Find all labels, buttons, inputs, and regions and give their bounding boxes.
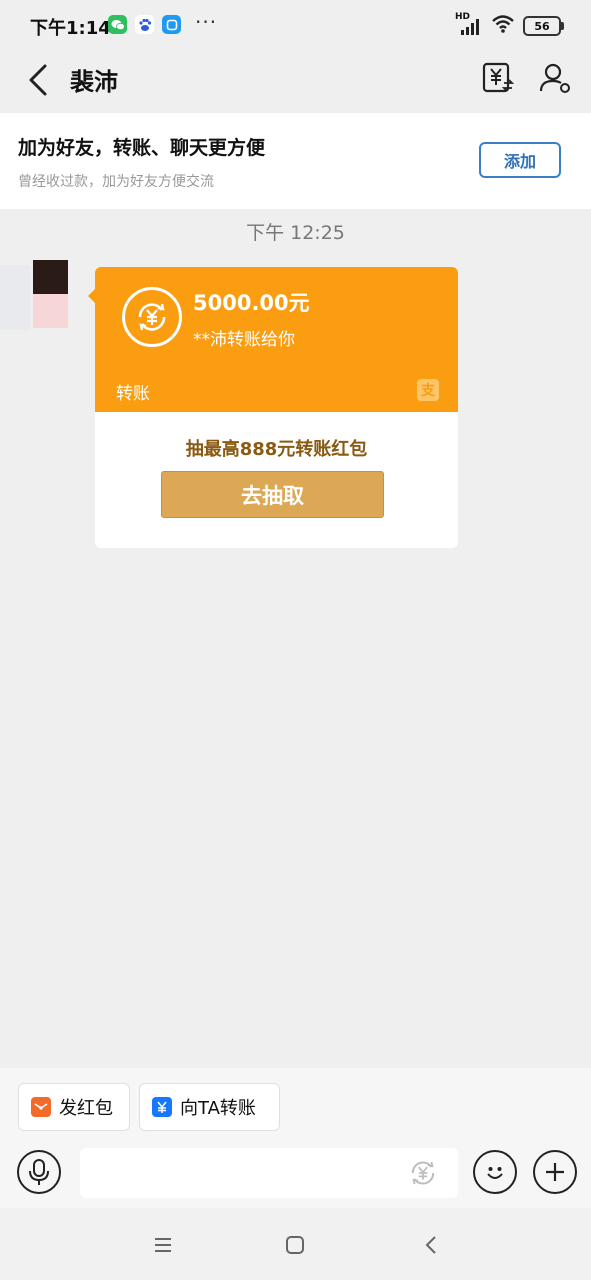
- status-bar: 下午1:14 ··· HD 56: [0, 0, 591, 50]
- nav-back-button[interactable]: [416, 1232, 446, 1258]
- transfer-type-label: 转账: [116, 384, 150, 404]
- alipay-icon: 支: [417, 379, 439, 401]
- quick-transfer-button[interactable]: [405, 1155, 441, 1191]
- banner-subtitle: 曾经收过款，加为好友方便交流: [18, 174, 214, 190]
- nav-home-button[interactable]: [280, 1232, 310, 1258]
- yen-exchange-icon: [482, 62, 515, 93]
- transfer-coin-icon: [122, 287, 182, 347]
- profile-button[interactable]: [537, 60, 573, 96]
- battery-level: 56: [534, 19, 550, 33]
- status-right: HD 56: [455, 12, 564, 38]
- user-settings-icon: [539, 63, 570, 93]
- back-button[interactable]: [20, 60, 56, 100]
- transfer-record-button[interactable]: [480, 60, 516, 96]
- transfer-to-ta-button[interactable]: 向TA转账: [139, 1083, 280, 1131]
- app-icon: [162, 15, 181, 34]
- avatar[interactable]: [33, 260, 68, 328]
- add-friend-banner: 加为好友，转账、聊天更方便 曾经收过款，加为好友方便交流 添加: [0, 113, 591, 209]
- message-input[interactable]: [80, 1148, 458, 1198]
- avatar-blur: [0, 265, 30, 330]
- back-arrow-icon: [29, 64, 47, 96]
- send-red-packet-button[interactable]: 发红包: [18, 1083, 130, 1131]
- signal-icon: HD: [455, 12, 483, 36]
- baidu-icon: [135, 15, 154, 34]
- red-packet-icon: [31, 1097, 51, 1117]
- red-packet-promo: 抽最高888元转账红包: [185, 439, 368, 460]
- yen-cycle-icon: [411, 1161, 435, 1185]
- more-actions-button[interactable]: [533, 1150, 577, 1194]
- system-nav-bar: [0, 1208, 591, 1280]
- emoji-button[interactable]: [473, 1150, 517, 1194]
- transfer-from: **沛转账给你: [193, 330, 295, 350]
- transfer-yen-icon: [152, 1097, 172, 1117]
- microphone-icon: [29, 1159, 49, 1185]
- nav-menu-button[interactable]: [148, 1232, 178, 1258]
- back-chevron-icon: [425, 1236, 436, 1254]
- plus-icon: [546, 1163, 564, 1181]
- wechat-icon: [108, 15, 127, 34]
- message-timestamp: 下午 12:25: [246, 222, 345, 244]
- transfer-card[interactable]: 5000.00元 **沛转账给你 转账 支 抽最高888元转账红包 去抽取: [95, 267, 458, 548]
- banner-title: 加为好友，转账、聊天更方便: [18, 137, 266, 159]
- battery-icon: 56: [523, 16, 564, 36]
- more-notifications-icon: ···: [195, 10, 218, 34]
- menu-icon: [155, 1238, 171, 1252]
- status-time: 下午1:14: [30, 18, 111, 39]
- add-friend-button[interactable]: 添加: [479, 142, 561, 178]
- chat-header: 裴沛: [0, 50, 591, 110]
- send-red-packet-label: 发红包: [59, 1098, 113, 1119]
- network-label: HD: [455, 12, 471, 22]
- transfer-to-ta-label: 向TA转账: [180, 1098, 256, 1119]
- page-title: 裴沛: [70, 68, 118, 96]
- transfer-card-header[interactable]: 5000.00元 **沛转账给你 转账 支: [95, 267, 458, 412]
- status-app-icons: [108, 15, 181, 34]
- voice-button[interactable]: [17, 1150, 61, 1194]
- smile-icon: [487, 1167, 503, 1179]
- wifi-icon: [491, 14, 515, 38]
- transfer-amount: 5000.00元: [193, 291, 310, 315]
- draw-red-packet-button[interactable]: 去抽取: [161, 471, 384, 518]
- home-square-icon: [286, 1236, 304, 1254]
